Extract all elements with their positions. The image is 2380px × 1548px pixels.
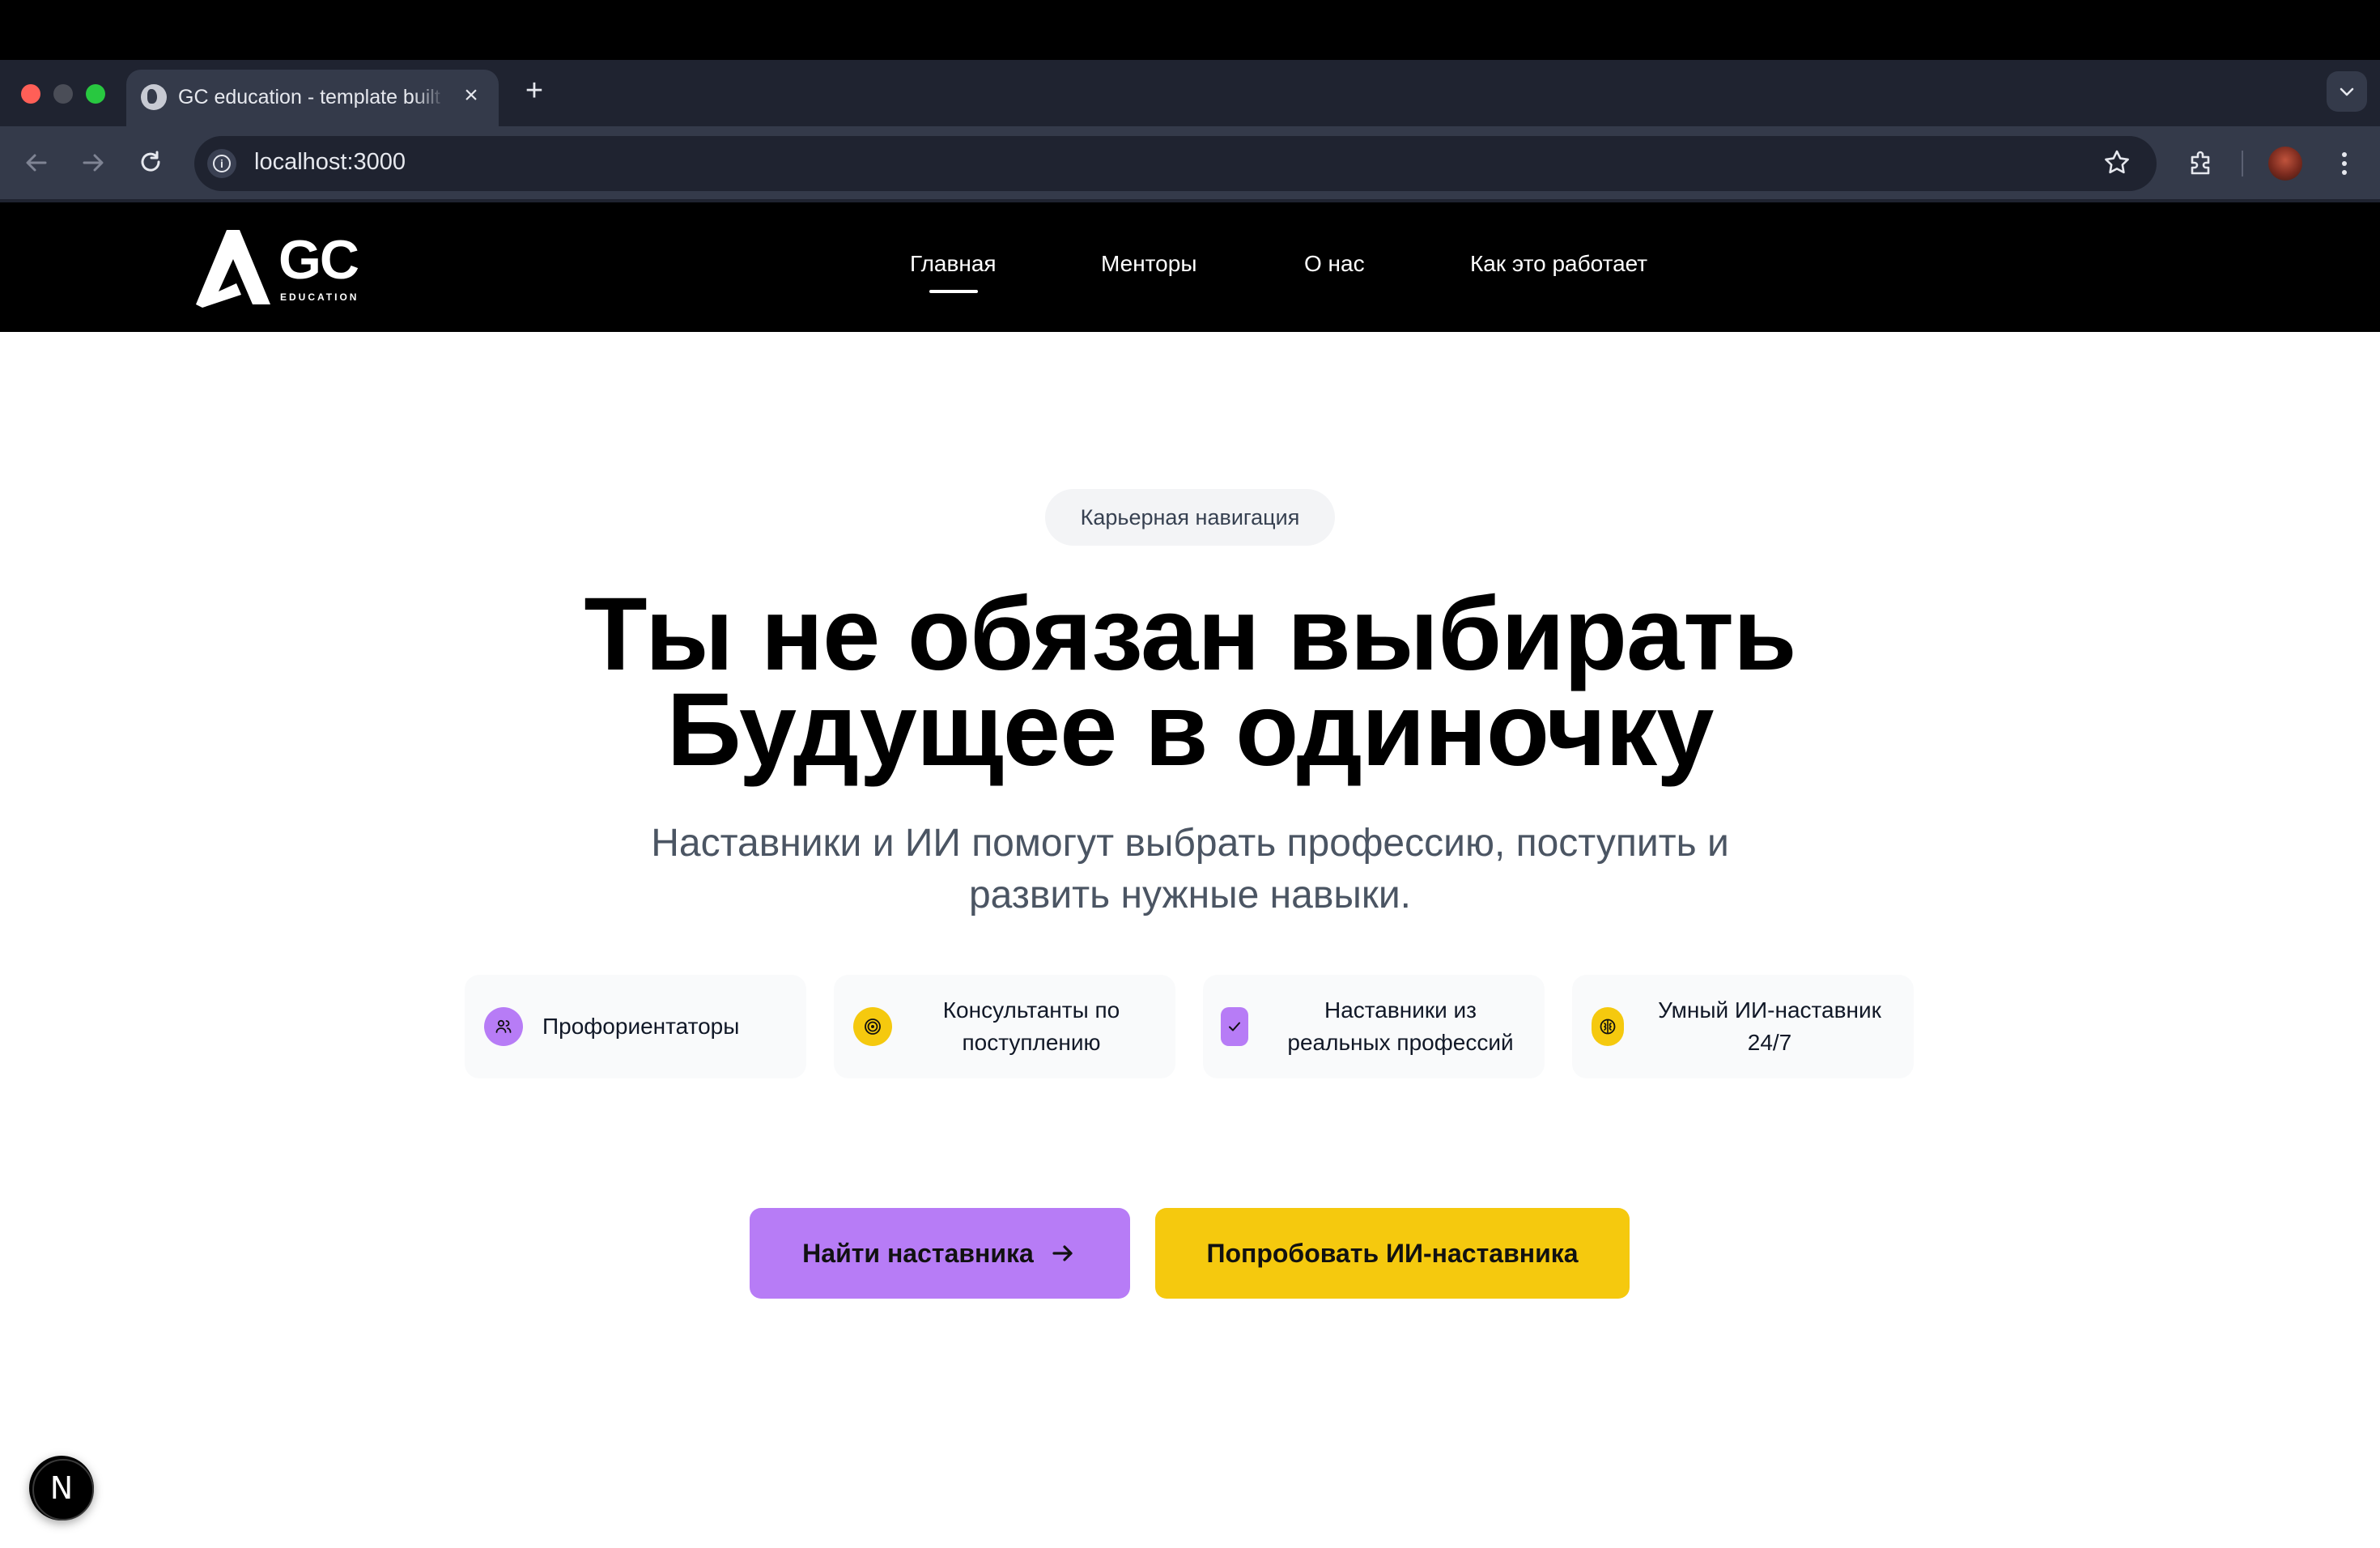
- window-close-button[interactable]: [21, 84, 40, 104]
- hero-subtitle-line-1: Наставники и ИИ помогут выбрать професси…: [651, 822, 1729, 865]
- nextjs-logo-icon: N: [49, 1470, 74, 1506]
- profile-avatar[interactable]: [2268, 147, 2302, 181]
- check-icon: [1221, 1007, 1248, 1046]
- hero-subtitle-line-2: развить нужные навыки.: [968, 874, 1412, 916]
- extensions-icon[interactable]: [2182, 144, 2220, 181]
- feature-card-admission-consultants: Консультанты по поступлению: [834, 975, 1175, 1078]
- hero-badge: Карьерная навигация: [1045, 489, 1335, 546]
- toolbar-divider: [2242, 151, 2243, 176]
- feature-card-career-guides: Профориентаторы: [465, 975, 806, 1078]
- bookmark-star-icon[interactable]: [2098, 144, 2136, 181]
- address-bar[interactable]: i localhost:3000: [194, 136, 2157, 191]
- feature-label: Консультанты по поступлению: [942, 997, 1120, 1055]
- nav-item-home[interactable]: Главная: [910, 251, 997, 277]
- feature-card-ai-mentor: Умный ИИ-наставник 24/7: [1572, 975, 1914, 1078]
- users-icon: [484, 1007, 523, 1046]
- arrow-right-icon: [1052, 1245, 1073, 1261]
- site-info-icon[interactable]: i: [207, 149, 236, 178]
- main-nav: Главная Менторы О нас Как это работает: [0, 202, 2380, 332]
- find-mentor-label: Найти наставника: [802, 1238, 1034, 1268]
- window-zoom-button[interactable]: [86, 84, 105, 104]
- feature-label: Профориентаторы: [542, 1014, 740, 1039]
- reload-icon[interactable]: [133, 144, 170, 181]
- find-mentor-button[interactable]: Найти наставника: [750, 1208, 1130, 1299]
- site-header: GC EDUCATION Главная Менторы О нас Как э…: [0, 202, 2380, 332]
- hero-section: Карьерная навигация Ты не обязан выбират…: [0, 332, 2380, 1548]
- hero-title-line-2: Будущее в одиночку: [666, 672, 1715, 788]
- window-minimize-button[interactable]: [53, 84, 73, 104]
- try-ai-mentor-button[interactable]: Попробовать ИИ-наставника: [1155, 1208, 1630, 1299]
- target-icon: [853, 1007, 892, 1046]
- feature-label: Наставники из реальных профессий: [1287, 997, 1514, 1055]
- forward-arrow-icon[interactable]: [74, 144, 112, 181]
- feature-card-industry-mentors: Наставники из реальных профессий: [1203, 975, 1545, 1078]
- nav-item-about[interactable]: О нас: [1304, 251, 1365, 277]
- nav-active-indicator: [929, 290, 978, 293]
- nav-item-mentors[interactable]: Менторы: [1101, 251, 1196, 277]
- try-ai-mentor-label: Попробовать ИИ-наставника: [1206, 1238, 1579, 1268]
- chevron-down-icon: [2340, 87, 2354, 96]
- url-text[interactable]: localhost:3000: [254, 149, 406, 176]
- globe-icon: [141, 84, 167, 110]
- nav-item-how-it-works[interactable]: Как это работает: [1470, 251, 1647, 277]
- back-arrow-icon[interactable]: [18, 144, 55, 181]
- new-tab-button[interactable]: +: [518, 74, 550, 107]
- nextjs-dev-indicator[interactable]: N: [29, 1456, 94, 1520]
- feature-label: Умный ИИ-наставник 24/7: [1658, 997, 1881, 1055]
- brain-icon: [1592, 1007, 1624, 1046]
- tab-close-button[interactable]: ×: [457, 81, 486, 110]
- tab-title: GC education - template built with ...: [178, 86, 445, 109]
- more-menu-icon[interactable]: [2330, 146, 2359, 181]
- browser-tab-active[interactable]: GC education - template built with ... ×: [126, 70, 499, 126]
- tab-search-button[interactable]: [2327, 71, 2367, 112]
